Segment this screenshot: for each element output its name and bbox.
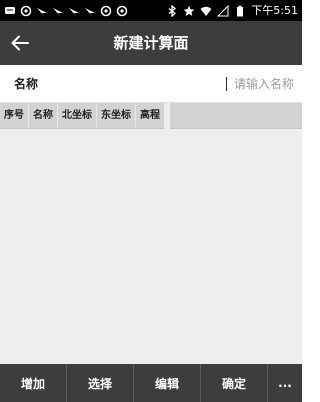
column-header-northing[interactable]: 北坐标: [58, 103, 97, 128]
status-bar-time: 下午5:51: [251, 4, 298, 17]
signal-arrow-icon: [36, 5, 48, 17]
table-header: 序号 名称 北坐标 东坐标 高程: [0, 103, 164, 129]
title-bar: 新建计算面: [0, 21, 302, 65]
status-bar-notifications: [4, 3, 128, 18]
arrow-left-icon: [11, 35, 29, 51]
signal-arrow-icon: [52, 5, 64, 17]
signal-arrow-icon: [84, 5, 96, 17]
name-input[interactable]: [80, 73, 294, 95]
bluetooth-icon: [166, 4, 178, 17]
column-header-index[interactable]: 序号: [0, 103, 29, 128]
edit-button[interactable]: 编辑: [134, 364, 201, 402]
text-cursor: [226, 77, 227, 91]
cellular-icon: [217, 4, 229, 17]
wifi-icon: [200, 5, 212, 17]
status-bar-system: 下午5:51: [166, 3, 298, 18]
confirm-button[interactable]: 确定: [201, 364, 268, 402]
select-button[interactable]: 选择: [67, 364, 134, 402]
column-header-name[interactable]: 名称: [29, 103, 58, 128]
sync-icon: [20, 5, 32, 17]
add-button[interactable]: 增加: [0, 364, 67, 402]
sync-icon: [116, 5, 128, 17]
message-icon: [4, 5, 16, 17]
signal-arrow-icon: [68, 5, 80, 17]
table-header-filler: [170, 103, 302, 129]
points-table: 序号 名称 北坐标 东坐标 高程: [0, 103, 302, 364]
page-title: 新建计算面: [113, 34, 189, 52]
more-button[interactable]: ...: [268, 364, 302, 402]
bottom-toolbar: 增加 选择 编辑 确定 ...: [0, 364, 302, 402]
column-header-elevation[interactable]: 高程: [136, 103, 164, 128]
star-icon: [183, 5, 195, 17]
back-button[interactable]: [6, 29, 34, 57]
sync-icon: [100, 5, 112, 17]
battery-icon: [234, 5, 246, 17]
table-body[interactable]: [0, 130, 302, 364]
status-bar: 下午5:51: [0, 0, 302, 21]
column-header-easting[interactable]: 东坐标: [97, 103, 136, 128]
name-form-row: 名称: [0, 65, 302, 103]
name-label: 名称: [14, 77, 39, 91]
